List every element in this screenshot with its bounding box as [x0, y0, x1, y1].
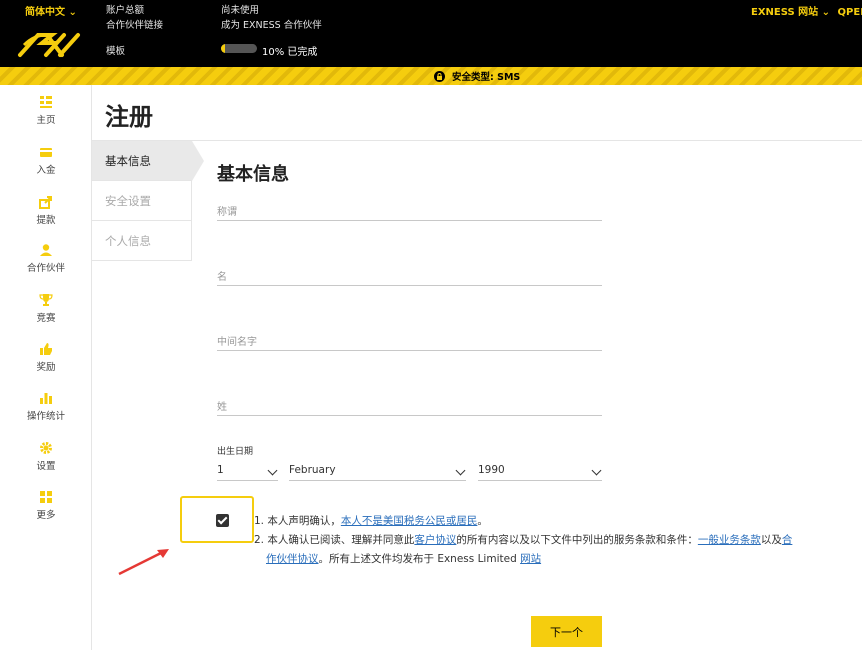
agreement-line-1: 1. 本人声明确认，本人不是美国税务公民或居民。: [254, 512, 488, 531]
section-title: 基本信息: [217, 164, 289, 185]
withdraw-icon: [39, 196, 52, 209]
completion-progress-bar: [221, 44, 257, 53]
chevron-down-icon: [591, 465, 602, 476]
dob-year-value: 1990: [478, 464, 505, 476]
general-terms-link[interactable]: 一般业务条款: [698, 534, 761, 546]
agreement-text: 。: [477, 515, 488, 527]
sidebar-item-label: 操作统计: [26, 411, 65, 422]
agreement-text: 的所有内容以及以下文件中列出的服务条款和条件：: [456, 534, 698, 546]
dob-month-value: February: [289, 464, 336, 476]
divider: [92, 140, 862, 141]
sidebar-item-contest[interactable]: 竞赛: [0, 293, 92, 324]
exness-logo[interactable]: [16, 29, 82, 59]
registration-steps: 基本信息 安全设置 个人信息: [92, 141, 204, 261]
sidebar-item-label: 主页: [36, 115, 56, 126]
step-security-settings[interactable]: 安全设置: [92, 181, 192, 221]
sidebar-item-deposit[interactable]: 入金: [0, 145, 92, 176]
sidebar-item-withdraw[interactable]: 提款: [0, 195, 92, 226]
middle-name-field[interactable]: 中间名字: [217, 333, 602, 351]
partner-agreement-link[interactable]: 合: [782, 534, 793, 546]
partner-link-label[interactable]: 合作伙伴链接: [106, 17, 163, 31]
last-name-field[interactable]: 姓: [217, 398, 602, 416]
account-total-label: 账户总额: [106, 5, 145, 16]
chevron-down-icon: [455, 465, 466, 476]
agreement-checkbox[interactable]: [216, 514, 229, 527]
sidebar-item-stats[interactable]: 操作统计: [0, 391, 92, 422]
not-used-label: 尚未使用: [221, 5, 260, 16]
sidebar-item-partner[interactable]: 合作伙伴: [0, 243, 92, 274]
first-name-field[interactable]: 名: [217, 268, 602, 286]
sidebar-item-home[interactable]: 主页: [0, 95, 92, 126]
progress-fill: [221, 44, 225, 53]
language-selector[interactable]: 简体中文 ⌄: [25, 3, 77, 18]
top-header: 简体中文 ⌄ 账户总额 合作伙伴链接 模板 尚未使用 成为 EXNESS 合作伙…: [0, 0, 862, 67]
sidebar-item-more[interactable]: 更多: [0, 490, 92, 521]
lock-icon: [434, 70, 445, 82]
sidebar-item-label: 竞赛: [36, 313, 56, 324]
site-link-label: EXNESS 网站: [751, 7, 819, 18]
sidebar-item-settings[interactable]: 设置: [0, 441, 92, 472]
agreement-line-3: 作伙伴协议。所有上述文件均发布于 Exness Limited 网站: [266, 550, 541, 569]
sidebar-item-label: 入金: [36, 165, 56, 176]
sidebar-item-label: 更多: [36, 510, 56, 521]
open-account-label[interactable]: QPEN: [838, 7, 862, 18]
chevron-down-icon: ⌄: [821, 7, 831, 18]
non-us-resident-link[interactable]: 本人不是美国税务公民或居民: [341, 515, 478, 527]
chevron-down-icon: [267, 465, 278, 476]
dob-day-value: 1: [217, 464, 224, 476]
gear-icon: [40, 442, 52, 454]
exness-site-link[interactable]: EXNESS 网站 ⌄ QPEN: [751, 3, 862, 18]
website-link[interactable]: 网站: [520, 553, 541, 565]
partner-agreement-link[interactable]: 作伙伴协议: [266, 553, 319, 565]
dob-month-select[interactable]: February: [289, 459, 466, 481]
trophy-icon: [39, 294, 53, 306]
language-label: 简体中文: [25, 7, 65, 18]
red-arrow-annotation: [118, 549, 169, 576]
agreement-line-2: 2. 本人确认已阅读、理解并同意此客户协议的所有内容以及以下文件中列出的服务条款…: [254, 531, 792, 550]
security-type-bar: 安全类型: SMS: [0, 67, 862, 85]
user-icon: [40, 244, 52, 256]
dob-day-select[interactable]: 1: [217, 459, 278, 481]
step-personal-info[interactable]: 个人信息: [92, 221, 192, 261]
dob-year-select[interactable]: 1990: [478, 459, 602, 481]
salutation-field[interactable]: 称谓: [217, 203, 602, 221]
become-partner-text: 成为 EXNESS 合作伙伴: [221, 20, 322, 31]
security-type-text: 安全类型: SMS: [452, 72, 521, 83]
progress-text: 10% 已完成: [262, 47, 318, 58]
next-button[interactable]: 下一个: [531, 616, 602, 647]
client-agreement-link[interactable]: 客户协议: [414, 534, 456, 546]
sidebar-item-rewards[interactable]: 奖励: [0, 342, 92, 373]
step-basic-info[interactable]: 基本信息: [92, 141, 204, 181]
bar-chart-icon: [40, 393, 52, 404]
sidebar: 主页 入金 提款 合作伙伴 竞赛 奖励 操作统计 设置 更多: [0, 85, 92, 650]
dob-label: 出生日期: [217, 447, 254, 457]
agreement-text: 1. 本人声明确认，: [254, 515, 341, 527]
wallet-icon: [40, 148, 52, 157]
template-label[interactable]: 模板: [106, 43, 125, 57]
sidebar-item-label: 提款: [36, 215, 56, 226]
chevron-down-icon: ⌄: [68, 7, 77, 18]
sidebar-item-label: 奖励: [36, 362, 56, 373]
grid-icon: [40, 96, 52, 108]
thumbs-up-icon: [40, 343, 52, 355]
page-title: 注册: [105, 103, 153, 131]
sidebar-item-label: 合作伙伴: [26, 263, 65, 274]
sidebar-item-label: 设置: [36, 461, 56, 472]
agreement-text: 2. 本人确认已阅读、理解并同意此: [254, 534, 415, 546]
tiles-icon: [40, 491, 52, 503]
agreement-text: 以及: [760, 534, 782, 546]
agreement-text: 。所有上述文件均发布于 Exness Limited: [318, 553, 521, 565]
